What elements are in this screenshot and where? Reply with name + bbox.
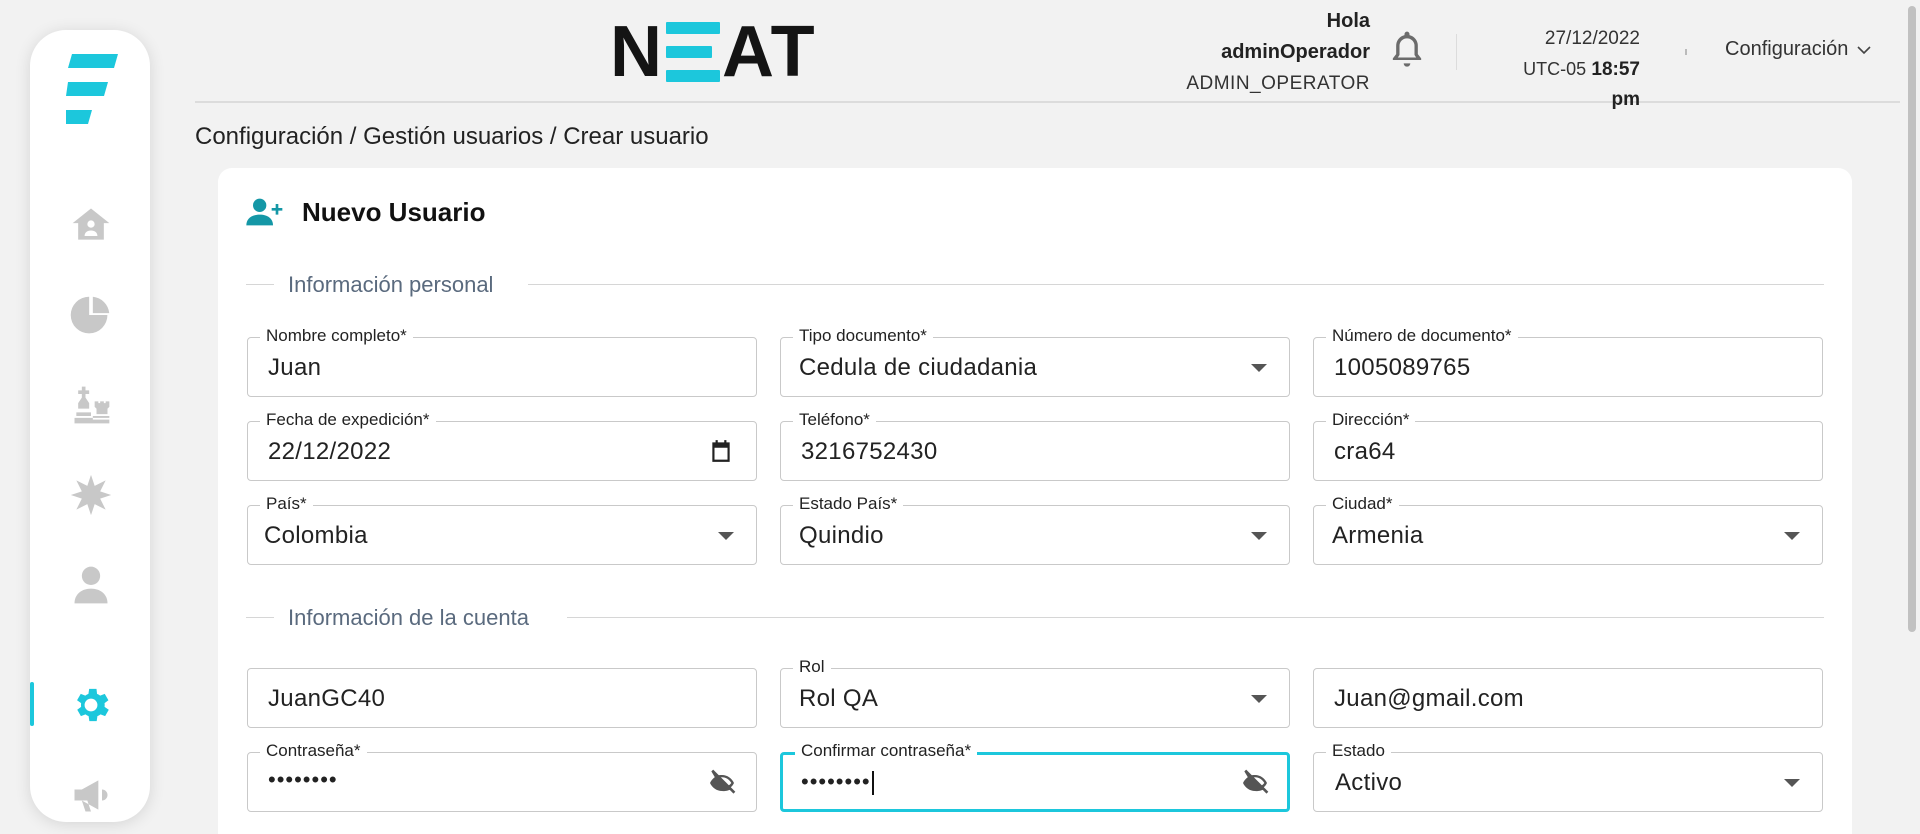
header-divider <box>1456 34 1457 70</box>
confirm-password-label: Confirmar contraseña* <box>795 741 978 761</box>
user-info: Hola adminOperador ADMIN_OPERATOR <box>1186 6 1370 99</box>
calendar-icon[interactable] <box>708 438 734 464</box>
phone-field[interactable]: Teléfono* 3216752430 <box>780 410 1290 481</box>
scrollbar-thumb[interactable] <box>1908 6 1916 632</box>
state-select[interactable]: Estado País* Quindio <box>780 494 1290 565</box>
greeting: Hola <box>1326 10 1370 32</box>
email-field[interactable]: Juan@gmail.com <box>1313 668 1823 728</box>
section-personal-title: Información personal <box>282 272 500 298</box>
sidebar <box>30 30 150 822</box>
username: adminOperador <box>1221 41 1370 63</box>
status-value[interactable]: Activo <box>1335 769 1402 797</box>
current-date: 27/12/2022 <box>1544 28 1640 49</box>
city-value[interactable]: Armenia <box>1332 522 1423 550</box>
home-icon <box>72 208 110 240</box>
issue-date-field[interactable]: Fecha de expedición* 22/12/2022 <box>247 410 757 481</box>
user-icon <box>74 566 108 604</box>
section-account: Información de la cuenta <box>246 605 1824 631</box>
current-time: 18:57 pm <box>1591 59 1640 110</box>
dropdown-arrow-icon[interactable] <box>1784 532 1800 540</box>
new-user-card: Nuevo Usuario Información personal Nombr… <box>218 168 1852 834</box>
full-name-value[interactable]: Juan <box>268 354 321 382</box>
issue-date-label: Fecha de expedición* <box>260 410 436 430</box>
address-field[interactable]: Dirección* cra64 <box>1313 410 1823 481</box>
page-scrollbar[interactable] <box>1904 0 1920 834</box>
sidebar-item-users[interactable] <box>68 562 114 608</box>
add-user-icon <box>246 198 283 226</box>
breadcrumb: Configuración / Gestión usuarios / Crear… <box>195 123 709 150</box>
email-value[interactable]: Juan@gmail.com <box>1334 685 1524 713</box>
full-name-field[interactable]: Nombre completo* Juan <box>247 326 757 397</box>
password-field[interactable]: Contraseña* •••••••• <box>247 741 757 812</box>
username-value[interactable]: JuanGC40 <box>268 685 385 713</box>
dropdown-arrow-icon[interactable] <box>718 532 734 540</box>
country-select[interactable]: País* Colombia <box>247 494 757 565</box>
full-name-label: Nombre completo* <box>260 326 413 346</box>
bell-icon[interactable] <box>1387 28 1427 72</box>
doc-number-field[interactable]: Número de documento* 1005089765 <box>1313 326 1823 397</box>
issue-date-value[interactable]: 22/12/2022 <box>268 438 391 466</box>
eye-off-icon[interactable] <box>706 767 738 799</box>
sidebar-item-promotions[interactable] <box>68 472 114 518</box>
section-account-title: Información de la cuenta <box>282 605 535 631</box>
gear-icon <box>77 688 109 722</box>
phone-label: Teléfono* <box>793 410 876 430</box>
brand-logo[interactable]: N AT <box>610 16 817 88</box>
config-menu-label: Configuración <box>1725 38 1849 60</box>
password-label: Contraseña* <box>260 741 367 761</box>
role-value[interactable]: Rol QA <box>799 685 878 713</box>
dropdown-arrow-icon[interactable] <box>1251 364 1267 372</box>
city-select[interactable]: Ciudad* Armenia <box>1313 494 1823 565</box>
brand-letter-n: N <box>610 12 664 92</box>
user-role: ADMIN_OPERATOR <box>1186 73 1370 94</box>
city-label: Ciudad* <box>1326 494 1399 514</box>
sidebar-item-stats[interactable] <box>68 292 114 338</box>
timezone: UTC-05 <box>1523 59 1587 79</box>
dropdown-arrow-icon[interactable] <box>1784 779 1800 787</box>
dropdown-arrow-icon[interactable] <box>1251 695 1267 703</box>
chess-icon <box>74 386 110 424</box>
confirm-password-field[interactable]: Confirmar contraseña* •••••••• <box>780 741 1290 812</box>
datetime: 27/12/2022 UTC-05 18:57 pm <box>1495 24 1640 115</box>
brand-letters-at: AT <box>722 12 817 92</box>
doc-type-select[interactable]: Tipo documento* Cedula de ciudadania <box>780 326 1290 397</box>
chevron-down-icon <box>1857 45 1871 54</box>
sidebar-item-home[interactable] <box>68 202 114 248</box>
status-label: Estado <box>1326 741 1391 761</box>
header-separator <box>1685 49 1687 55</box>
phone-value[interactable]: 3216752430 <box>801 438 937 466</box>
brand-letter-e <box>666 22 720 82</box>
active-indicator <box>30 682 34 726</box>
confirm-password-value[interactable]: •••••••• <box>801 769 874 796</box>
pie-chart-icon <box>70 296 110 334</box>
role-select[interactable]: Rol Rol QA <box>780 657 1290 728</box>
address-value[interactable]: cra64 <box>1334 438 1396 466</box>
burst-icon <box>70 474 112 516</box>
address-label: Dirección* <box>1326 410 1416 430</box>
top-header: N AT Hola adminOperador ADMIN_OPERATOR 27… <box>195 0 1900 110</box>
username-field[interactable]: JuanGC40 <box>247 668 757 728</box>
dropdown-arrow-icon[interactable] <box>1251 532 1267 540</box>
eye-off-icon[interactable] <box>1239 767 1271 799</box>
config-menu[interactable]: Configuración <box>1725 38 1872 61</box>
state-label: Estado País* <box>793 494 904 514</box>
role-label: Rol <box>793 657 831 677</box>
sidebar-item-settings[interactable] <box>68 682 114 728</box>
country-value[interactable]: Colombia <box>264 522 368 550</box>
password-value[interactable]: •••••••• <box>268 767 338 793</box>
doc-number-value[interactable]: 1005089765 <box>1334 354 1470 382</box>
page-title: Nuevo Usuario <box>302 196 486 227</box>
doc-number-label: Número de documento* <box>1326 326 1518 346</box>
state-value[interactable]: Quindio <box>799 522 884 550</box>
doc-type-value[interactable]: Cedula de ciudadania <box>799 354 1037 382</box>
country-label: País* <box>260 494 313 514</box>
megaphone-icon <box>74 780 108 812</box>
section-personal: Información personal <box>246 272 1824 298</box>
sidebar-item-games[interactable] <box>68 382 114 428</box>
doc-type-label: Tipo documento* <box>793 326 933 346</box>
card-header: Nuevo Usuario <box>246 196 486 228</box>
status-select[interactable]: Estado Activo <box>1313 741 1823 812</box>
app-logo[interactable] <box>66 54 118 124</box>
sidebar-item-notifications[interactable] <box>68 772 114 818</box>
